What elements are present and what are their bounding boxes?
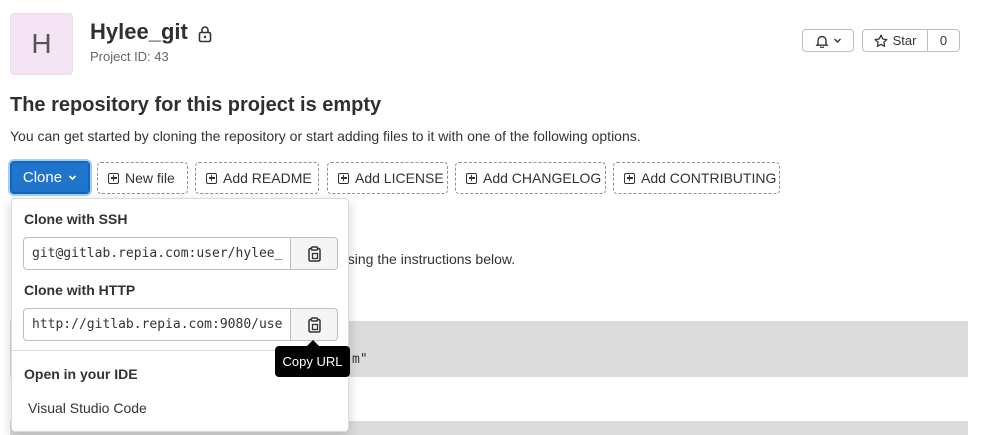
empty-repo-description: You can get started by cloning the repos… (10, 128, 641, 144)
notification-button[interactable] (802, 29, 854, 52)
star-button[interactable]: Star (862, 29, 928, 52)
open-in-vscode-item[interactable]: Visual Studio Code (28, 400, 147, 416)
copy-url-tooltip: Copy URL (275, 340, 350, 377)
ide-heading: Open in your IDE (24, 366, 138, 382)
clone-dropdown: Clone with SSH git@gitlab.repia.com:user… (11, 198, 349, 432)
add-contributing-label: Add CONTRIBUTING (641, 170, 777, 186)
project-avatar: H (10, 13, 73, 75)
chevron-down-icon (69, 175, 77, 181)
http-url-group: http://gitlab.repia.com:9080/use (23, 308, 338, 341)
copy-http-url-button[interactable] (291, 308, 338, 341)
plus-square-icon (108, 172, 119, 184)
star-icon (874, 34, 888, 47)
star-count[interactable]: 0 (928, 29, 960, 52)
avatar-letter: H (31, 28, 52, 59)
code-text: m" (352, 352, 368, 367)
add-changelog-label: Add CHANGELOG (483, 170, 602, 186)
plus-square-icon (624, 172, 635, 184)
plus-square-icon (206, 172, 217, 184)
add-license-button[interactable]: Add LICENSE (327, 162, 448, 194)
lock-icon (198, 26, 212, 43)
clipboard-icon (307, 316, 321, 333)
ssh-label: Clone with SSH (24, 211, 128, 227)
copy-ssh-url-button[interactable] (291, 237, 338, 270)
add-contributing-button[interactable]: Add CONTRIBUTING (613, 162, 780, 194)
plus-square-icon (466, 172, 477, 184)
plus-square-icon (338, 172, 349, 184)
clone-label: Clone (22, 169, 63, 186)
tooltip-text: Copy URL (282, 354, 343, 369)
ssh-url-input[interactable]: git@gitlab.repia.com:user/hylee_ (23, 237, 291, 270)
ssh-url-group: git@gitlab.repia.com:user/hylee_ (23, 237, 338, 270)
instructions-text: using the instructions below. (340, 251, 516, 267)
star-group: Star 0 (862, 29, 960, 52)
new-file-label: New file (125, 170, 175, 186)
http-url-input[interactable]: http://gitlab.repia.com:9080/use (23, 308, 291, 341)
project-id: Project ID: 43 (90, 49, 169, 64)
empty-repo-title: The repository for this project is empty (10, 94, 382, 116)
add-readme-label: Add README (223, 170, 312, 186)
bell-icon (815, 35, 828, 48)
clipboard-icon (307, 245, 321, 262)
add-license-label: Add LICENSE (355, 170, 444, 186)
project-title[interactable]: Hylee_git (90, 19, 188, 45)
http-label: Clone with HTTP (24, 282, 136, 298)
new-file-button[interactable]: New file (97, 162, 188, 194)
star-label: Star (892, 33, 917, 48)
chevron-down-icon (833, 38, 841, 43)
add-changelog-button[interactable]: Add CHANGELOG (455, 162, 606, 194)
add-readme-button[interactable]: Add README (195, 162, 319, 194)
clone-button[interactable]: Clone (10, 161, 90, 194)
